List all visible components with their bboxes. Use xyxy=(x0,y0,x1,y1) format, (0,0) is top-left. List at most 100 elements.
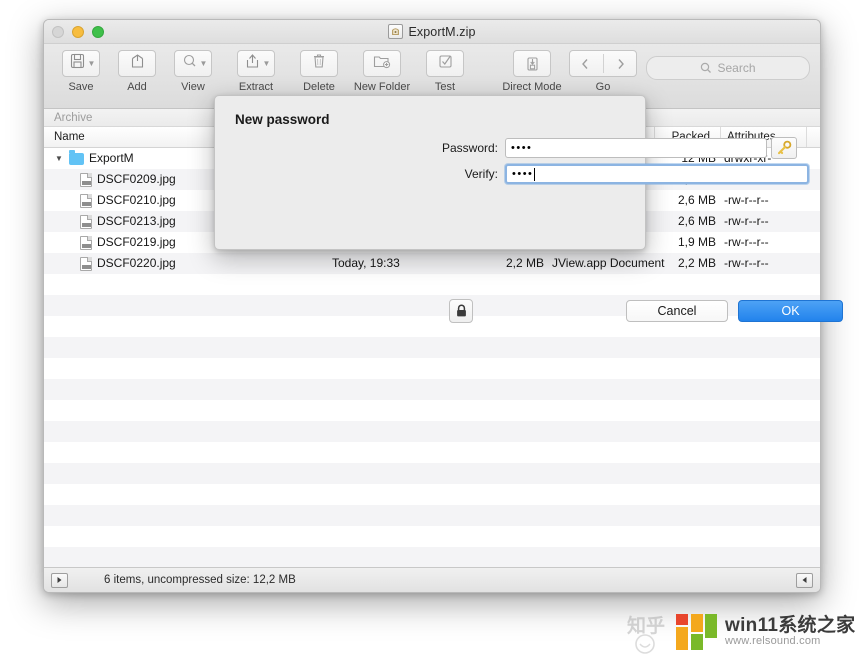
password-input[interactable]: •••• xyxy=(505,138,767,158)
chevron-down-icon[interactable]: ▼ xyxy=(200,59,208,68)
trash-icon xyxy=(312,53,326,74)
chevron-down-icon[interactable]: ▼ xyxy=(88,59,96,68)
empty-row xyxy=(44,547,820,567)
toolbar-item-add[interactable]: Add xyxy=(110,50,164,93)
verify-value: •••• xyxy=(512,168,534,180)
minimize-window-button[interactable] xyxy=(72,26,84,38)
empty-row xyxy=(44,337,820,358)
jpg-file-icon xyxy=(80,172,92,187)
traffic-lights xyxy=(52,26,104,38)
empty-row xyxy=(44,274,820,295)
verify-input[interactable]: •••• xyxy=(505,164,809,184)
view-button[interactable]: ▼ xyxy=(174,50,212,77)
file-name-cell[interactable]: DSCF0210.jpg xyxy=(54,190,176,211)
new-folder-button[interactable] xyxy=(363,50,401,77)
ok-button[interactable]: OK xyxy=(738,300,843,322)
search-icon xyxy=(701,62,712,73)
file-name-cell[interactable]: DSCF0213.jpg xyxy=(54,211,176,232)
toolbar-divider xyxy=(602,54,604,73)
file-attributes-cell: -rw-r--r-- xyxy=(724,256,769,270)
column-header-name[interactable]: Name xyxy=(54,127,85,147)
file-packed-cell: 2,2 MB xyxy=(677,256,716,270)
test-button[interactable] xyxy=(426,50,464,77)
save-button[interactable]: ▼ xyxy=(62,50,100,77)
file-attributes-cell: -rw-r--r-- xyxy=(724,214,769,228)
toolbar-item-delete[interactable]: Delete xyxy=(292,50,346,93)
file-name-cell[interactable]: DSCF0220.jpg xyxy=(54,253,176,274)
maximize-window-button[interactable] xyxy=(92,26,104,38)
watermark-url: www.relsound.com xyxy=(725,635,821,648)
text-caret xyxy=(534,167,536,181)
file-name-label: DSCF0213.jpg xyxy=(97,214,176,228)
file-name-cell[interactable]: DSCF0219.jpg xyxy=(54,232,176,253)
chevron-down-icon[interactable]: ▼ xyxy=(263,59,271,68)
extract-button[interactable]: ▼ xyxy=(237,50,275,77)
key-icon xyxy=(777,140,792,155)
toolbar-item-direct-mode[interactable]: Direct Mode xyxy=(498,50,566,93)
toolbar-item-extract[interactable]: ▼ Extract xyxy=(222,50,290,93)
direct-mode-icon xyxy=(526,56,538,71)
search-input[interactable]: Search xyxy=(646,56,810,80)
file-modified-cell: Today, 19:33 xyxy=(332,256,400,270)
status-text: 6 items, uncompressed size: 12,2 MB xyxy=(104,574,296,586)
password-field-row: Password: •••• xyxy=(215,137,797,159)
status-bar: 6 items, uncompressed size: 12,2 MB xyxy=(44,567,820,592)
delete-button[interactable] xyxy=(300,50,338,77)
file-name-cell[interactable]: DSCF0209.jpg xyxy=(54,169,176,190)
go-back-button[interactable] xyxy=(570,58,601,70)
left-arrow-icon[interactable] xyxy=(796,572,813,588)
jpg-file-icon xyxy=(80,193,92,208)
file-name-label: ExportM xyxy=(89,151,134,165)
dialog-title: New password xyxy=(235,112,330,127)
play-arrow-icon[interactable] xyxy=(51,572,68,588)
toolbar-item-view[interactable]: ▼ View xyxy=(166,50,220,93)
svg-text:知乎: 知乎 xyxy=(627,614,665,637)
win11-logo-icon xyxy=(676,612,718,652)
win11-watermark-text: win11系统之家 www.relsound.com xyxy=(725,616,855,647)
toolbar-label-direct-mode: Direct Mode xyxy=(502,81,562,93)
password-label: Password: xyxy=(441,141,498,155)
column-header-end xyxy=(806,127,818,147)
cancel-button[interactable]: Cancel xyxy=(626,300,728,322)
toolbar-item-save[interactable]: ▼ Save xyxy=(54,50,108,93)
toolbar-item-go[interactable]: Go xyxy=(568,50,638,93)
empty-row xyxy=(44,358,820,379)
file-packed-cell: 2,6 MB xyxy=(677,214,716,228)
add-icon xyxy=(130,53,145,74)
checkmark-icon xyxy=(438,53,453,74)
file-packed-cell: 1,9 MB xyxy=(677,235,716,249)
win11-watermark: win11系统之家 www.relsound.com xyxy=(676,612,855,652)
generate-password-button[interactable] xyxy=(771,137,797,159)
back-forward-button-group[interactable] xyxy=(569,50,637,77)
toolbar-label-new-folder: New Folder xyxy=(353,81,411,93)
empty-row xyxy=(44,421,820,442)
close-window-button[interactable] xyxy=(52,26,64,38)
jpg-file-icon xyxy=(80,235,92,250)
empty-row xyxy=(44,505,820,526)
password-value: •••• xyxy=(511,142,533,154)
toolbar-item-new-folder[interactable]: New Folder xyxy=(348,50,416,93)
file-name-cell[interactable]: ▼ ExportM xyxy=(54,148,134,169)
go-forward-button[interactable] xyxy=(606,58,637,70)
chevron-left-icon xyxy=(581,58,588,69)
window-titlebar[interactable]: ExportM.zip xyxy=(44,20,820,44)
toolbar-label-view: View xyxy=(181,81,205,93)
archive-icon xyxy=(388,24,404,39)
file-name-label: DSCF0209.jpg xyxy=(97,172,176,186)
empty-row xyxy=(44,442,820,463)
direct-mode-button[interactable] xyxy=(513,50,551,77)
view-icon xyxy=(182,53,197,74)
lock-button[interactable] xyxy=(449,299,473,323)
disclosure-triangle-icon[interactable]: ▼ xyxy=(54,148,64,169)
toolbar-label-delete: Delete xyxy=(303,81,335,93)
file-attributes-cell: -rw-r--r-- xyxy=(724,193,769,207)
toolbar-item-test[interactable]: Test xyxy=(418,50,472,93)
empty-row xyxy=(44,379,820,400)
window-title-group: ExportM.zip xyxy=(44,20,820,43)
add-button[interactable] xyxy=(118,50,156,77)
desktop-background: ExportM.zip ▼ Save Add ▼ View ▼ Extract … xyxy=(0,0,863,658)
empty-row xyxy=(44,526,820,547)
empty-row xyxy=(44,463,820,484)
table-row[interactable]: DSCF0220.jpg Today, 19:33 2,2 MB JView.a… xyxy=(44,253,820,274)
jpg-file-icon xyxy=(80,256,92,271)
